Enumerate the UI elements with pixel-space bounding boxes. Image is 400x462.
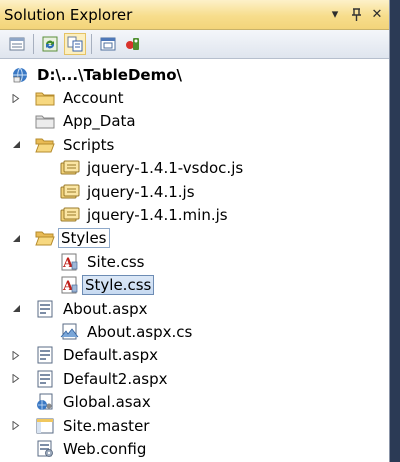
tree-item-label: Styles [58,228,110,249]
tree-item-label: Web.config [63,439,147,458]
tree-item-js-file[interactable]: jquery-1.4.1-vsdoc.js [0,157,389,180]
css-file-icon: A [60,276,80,294]
js-file-icon [60,159,80,177]
view-designer-icon[interactable] [97,33,119,55]
tree-item-js-file[interactable]: jquery-1.4.1.min.js [0,203,389,226]
tree-item-account[interactable]: Account [0,86,389,109]
folder-icon [35,89,55,107]
properties-icon[interactable] [6,33,28,55]
tree-item-js-file[interactable]: jquery-1.4.1.js [0,180,389,203]
tree-item-app-data[interactable]: App_Data [0,110,389,133]
cs-file-icon [60,323,80,341]
panel-title: Solution Explorer [4,5,133,24]
tree-item-default-aspx[interactable]: Default.aspx [0,344,389,367]
tree-item-scripts[interactable]: Scripts [0,133,389,156]
project-icon [10,66,30,84]
toolbar-separator [91,34,92,54]
panel-titlebar[interactable]: Solution Explorer ▾ ✕ [0,0,389,30]
collapse-icon[interactable] [10,303,22,315]
tree-item-global-asax[interactable]: Global.asax [0,390,389,413]
aspx-file-icon [35,370,55,388]
expand-icon[interactable] [10,420,22,432]
config-file-icon [35,440,55,458]
tree-item-label: Site.master [63,416,150,435]
refresh-icon[interactable] [39,33,61,55]
css-file-icon: A [60,253,80,271]
collapse-icon[interactable] [10,139,22,151]
tree-item-css-file[interactable]: A Style.css [0,274,389,297]
expand-icon[interactable] [10,373,22,385]
pin-icon[interactable] [347,5,365,25]
tree-item-label: jquery-1.4.1.min.js [87,206,228,225]
tree-item-default2-aspx[interactable]: Default2.aspx [0,367,389,390]
tree-item-styles[interactable]: Styles [0,227,389,250]
tree-item-label: Scripts [63,135,115,154]
tree-root-label: D:\...\TableDemo\ [37,65,183,84]
expand-icon[interactable] [10,349,22,361]
tree-item-css-file[interactable]: A Site.css [0,250,389,273]
tree-item-cs-file[interactable]: About.aspx.cs [0,320,389,343]
folder-open-icon [35,229,55,247]
panel-toolbar [0,30,389,59]
asax-file-icon [35,393,55,411]
view-class-diagram-icon[interactable] [122,33,144,55]
tree-item-label: Site.css [87,252,145,271]
tree-item-label: About.aspx.cs [87,322,193,341]
tree-item-label: About.aspx [63,299,148,318]
js-file-icon [60,183,80,201]
expand-icon[interactable] [10,92,22,104]
tree-item-label: jquery-1.4.1-vsdoc.js [87,159,244,178]
tree-item-label: Style.css [82,275,155,296]
aspx-file-icon [35,346,55,364]
solution-tree: D:\...\TableDemo\ Account App_Data Scrip… [0,59,389,461]
tree-item-label: jquery-1.4.1.js [87,182,195,201]
toolbar-separator [33,34,34,54]
tree-item-label: App_Data [63,112,136,131]
aspx-file-icon [35,300,55,318]
folder-special-icon [35,112,55,130]
show-all-files-icon[interactable] [64,33,86,55]
solution-explorer-panel: Solution Explorer ▾ ✕ D:\...\TableDemo\ … [0,0,390,462]
tree-item-label: Default2.aspx [63,369,168,388]
dropdown-icon[interactable]: ▾ [326,5,344,25]
tree-item-about-aspx[interactable]: About.aspx [0,297,389,320]
collapse-icon[interactable] [10,232,22,244]
folder-open-icon [35,136,55,154]
close-icon[interactable]: ✕ [368,5,386,25]
tree-item-label: Global.asax [63,393,151,412]
tree-item-label: Account [63,89,124,108]
tree-item-label: Default.aspx [63,346,158,365]
js-file-icon [60,206,80,224]
master-file-icon [35,417,55,435]
tree-item-site-master[interactable]: Site.master [0,414,389,437]
tree-item-web-config[interactable]: Web.config [0,437,389,460]
tree-root-row[interactable]: D:\...\TableDemo\ [0,63,389,86]
